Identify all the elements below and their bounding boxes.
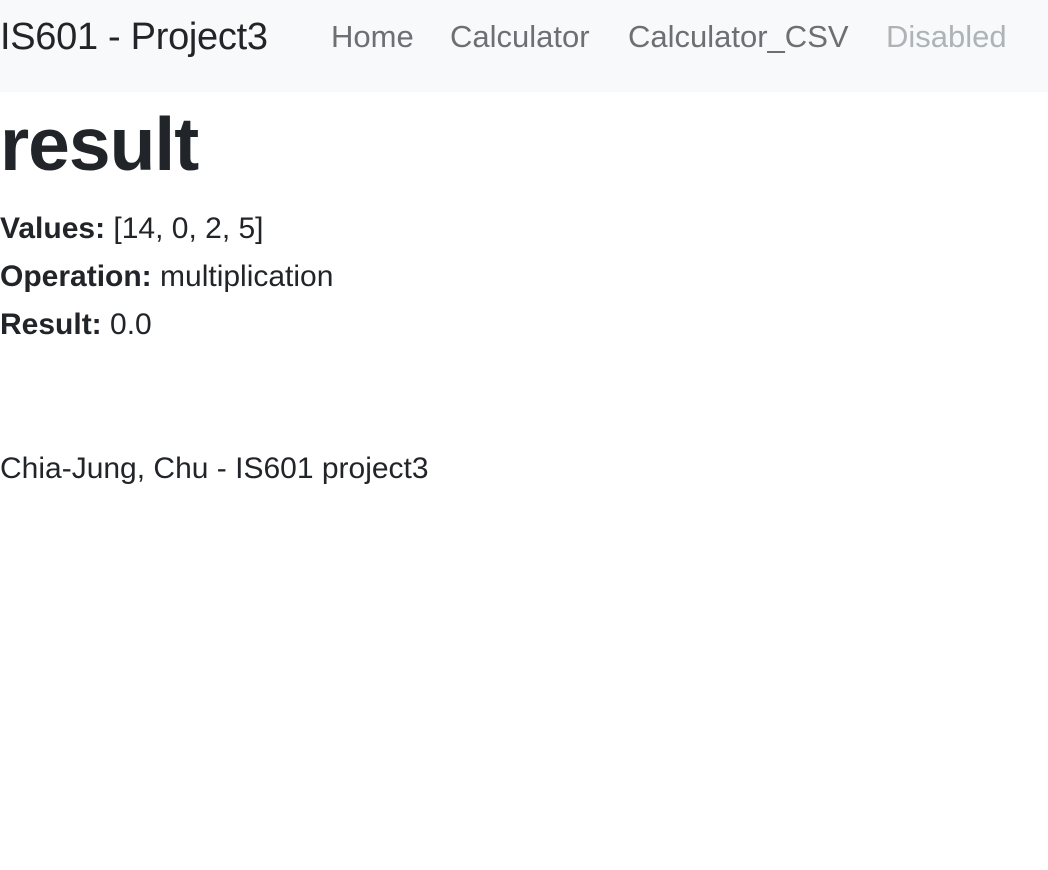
result-label: Result: (0, 308, 102, 341)
footer-text: Chia-Jung, Chu - IS601 project3 (0, 452, 429, 485)
operation-line: Operation: multiplication (0, 259, 333, 295)
nav-link-calculator[interactable]: Calculator (450, 18, 590, 56)
operation-value: multiplication (160, 260, 334, 293)
nav-link-disabled: Disabled (886, 19, 1007, 54)
result-line: Result: 0.0 (0, 307, 152, 343)
result-value: 0.0 (110, 308, 152, 341)
nav-link-home[interactable]: Home (331, 18, 414, 56)
values-line: Values: [14, 0, 2, 5] (0, 211, 264, 247)
values-label: Values: (0, 212, 106, 245)
navbar-brand[interactable]: IS601 - Project3 (0, 14, 268, 60)
page-title: result (0, 102, 199, 186)
nav-link-calculator-csv[interactable]: Calculator_CSV (628, 18, 849, 56)
values-value: [14, 0, 2, 5] (113, 212, 264, 245)
navbar: IS601 - Project3 Home Calculator Calcula… (0, 0, 1048, 92)
operation-label: Operation: (0, 260, 152, 293)
